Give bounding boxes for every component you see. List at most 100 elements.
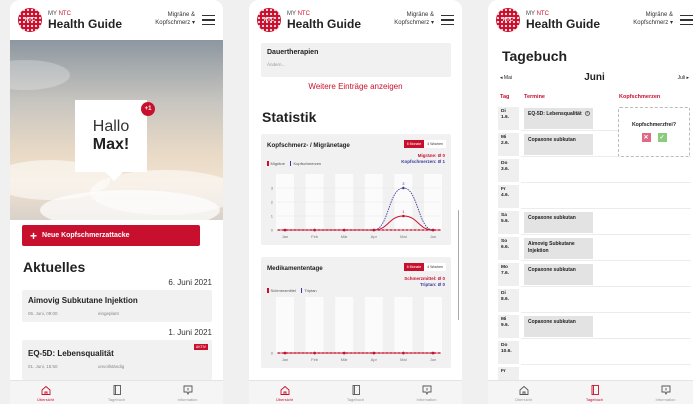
brand-title: Health Guide (48, 16, 123, 31)
chart-column-bg (364, 297, 383, 353)
appointment-label: Copaxone subkutan (528, 215, 576, 221)
appointment-label: Copaxone subkutan (528, 137, 576, 143)
baseline-dot (422, 229, 424, 231)
baseline-dot (434, 352, 436, 354)
yes-button[interactable]: ✓ (657, 133, 667, 142)
app-header: NTC MY NTC Health Guide Migräne & Kopfsch… (10, 0, 223, 40)
news-date: 6. Juni 2021 (168, 278, 212, 287)
appointment-entry[interactable]: Copaxone subkutan (524, 264, 593, 285)
diary-day-cell[interactable]: Di 8.6. (498, 289, 519, 312)
app-header: NTC MY NTC Health Guide Migräne & Kopfsch… (488, 0, 693, 40)
row-divider (521, 234, 691, 235)
nav-item-overview[interactable]: Übersicht (488, 381, 559, 404)
x-tick-label: Mär (341, 357, 349, 362)
baseline-dot (438, 352, 440, 354)
news-date: 1. Juni 2021 (168, 328, 212, 337)
long-term-therapy-card[interactable]: Dauertherapien Ändern... (261, 43, 451, 77)
y-tick-label: 0 (271, 228, 274, 233)
appointment-entry[interactable]: Aimovig Subkutane Injektion (524, 238, 593, 259)
bottom-nav: Übersicht Tagebuch Information (488, 380, 693, 404)
nav-item-diary[interactable]: Tagebuch (320, 381, 391, 404)
nav-item-information[interactable]: Information (630, 381, 693, 404)
news-card[interactable]: Aimovig Subkutane Injektion 06. Juni, 09… (22, 290, 212, 322)
baseline-dot (438, 229, 440, 231)
y-tick-label: 3 (271, 186, 274, 191)
x-tick-label: Jun (430, 234, 436, 239)
diary-day-cell[interactable]: Do 3.6. (498, 159, 519, 182)
plus-icon: + (30, 228, 38, 243)
nav-item-diary[interactable]: Tagebuch (81, 381, 152, 404)
hamburger-menu-icon[interactable] (680, 15, 693, 25)
edit-link[interactable]: Ändern... (267, 62, 445, 67)
baseline-dot (382, 229, 384, 231)
ntc-logo[interactable]: NTC (496, 8, 520, 32)
baseline-dot (418, 229, 420, 231)
nav-item-overview[interactable]: Übersicht (10, 381, 81, 404)
brand-title: Health Guide (526, 16, 601, 31)
baseline-dot (398, 229, 400, 231)
appointment-entry[interactable]: EQ-5D: Lebensqualität i (524, 108, 593, 129)
headache-free-question: Kopfschmerzfrei? (631, 122, 677, 128)
diary-day-cell[interactable]: Mi 9.6. (498, 315, 519, 338)
ntc-logo[interactable]: NTC (18, 8, 42, 32)
appointment-label: EQ-5D: Lebensqualität (528, 111, 582, 117)
row-divider (521, 338, 691, 339)
appointment-entry[interactable]: Copaxone subkutan (524, 134, 593, 155)
hamburger-menu-icon[interactable] (202, 15, 215, 25)
info-icon[interactable]: i (585, 111, 590, 116)
day-date: 2.6. (501, 141, 510, 147)
baseline-dot (410, 229, 412, 231)
row-divider (521, 312, 691, 313)
chart-column-bg (335, 297, 354, 353)
next-month-button[interactable]: Juli ▸ (678, 75, 689, 81)
day-date: 5.6. (501, 219, 510, 225)
statistics-title: Statistik (262, 109, 317, 125)
no-button[interactable]: ✕ (641, 133, 651, 142)
topic-selector[interactable]: Migräne & Kopfschmerz ▾ (155, 12, 195, 28)
hamburger-menu-icon[interactable] (441, 15, 454, 25)
news-title: Aktuelles (23, 259, 86, 275)
show-more-link[interactable]: Weitere Einträge anzeigen (249, 82, 462, 91)
brand: MY NTC Health Guide (526, 10, 601, 31)
diary-day-cell[interactable]: Fr 4.6. (498, 185, 519, 208)
ntc-logo[interactable]: NTC (257, 8, 281, 32)
news-card[interactable]: AKTIV EQ-5D: Lebensqualität 01. Juni, 15… (22, 340, 212, 380)
x-tick-label: Mai (400, 234, 407, 239)
day-date: 9.6. (501, 323, 510, 329)
appointment-entry[interactable]: Copaxone subkutan (524, 212, 593, 233)
diary-day-cell[interactable]: So 6.6. (498, 237, 519, 260)
day-date: 3.6. (501, 167, 510, 173)
day-date: 6.6. (501, 245, 510, 251)
notification-badge[interactable]: +1 (141, 102, 155, 116)
book-icon (591, 385, 599, 395)
home-icon (41, 385, 50, 395)
appointment-label: Aimovig Subkutane Injektion (528, 241, 575, 254)
nav-item-overview[interactable]: Übersicht (249, 381, 320, 404)
current-month: Juni (584, 72, 605, 83)
info-chat-icon (661, 385, 670, 396)
baseline-dot (278, 352, 280, 354)
new-headache-attack-button[interactable]: + Neue Kopfschmerzattacke (22, 225, 200, 246)
chart-column-bg (305, 297, 324, 353)
row-divider (521, 208, 691, 209)
nav-item-information[interactable]: Information (152, 381, 223, 404)
chart-column-bg (276, 297, 294, 353)
scrollbar[interactable] (457, 210, 459, 320)
diary-day-cell[interactable]: Mo 7.6. (498, 263, 519, 286)
book-icon (352, 385, 360, 395)
topic-selector[interactable]: Migräne & Kopfschmerz ▾ (394, 12, 434, 28)
data-point (372, 351, 376, 355)
topic-selector[interactable]: Migräne & Kopfschmerz ▾ (633, 12, 673, 28)
baseline-dot (434, 229, 436, 231)
diary-day-cell[interactable]: Di 1.6. (498, 107, 519, 130)
brand: MY NTC Health Guide (48, 10, 123, 31)
diary-day-cell[interactable]: Sa 5.6. (498, 211, 519, 234)
nav-item-information[interactable]: Information (391, 381, 462, 404)
x-tick-label: Jan (282, 234, 288, 239)
data-point (431, 228, 435, 232)
data-point (402, 351, 405, 355)
diary-day-cell[interactable]: Do 10.6. (498, 341, 519, 364)
diary-day-cell[interactable]: Mi 2.6. (498, 133, 519, 156)
nav-item-diary[interactable]: Tagebuch (559, 381, 630, 404)
appointment-entry[interactable]: Copaxone subkutan (524, 316, 593, 337)
